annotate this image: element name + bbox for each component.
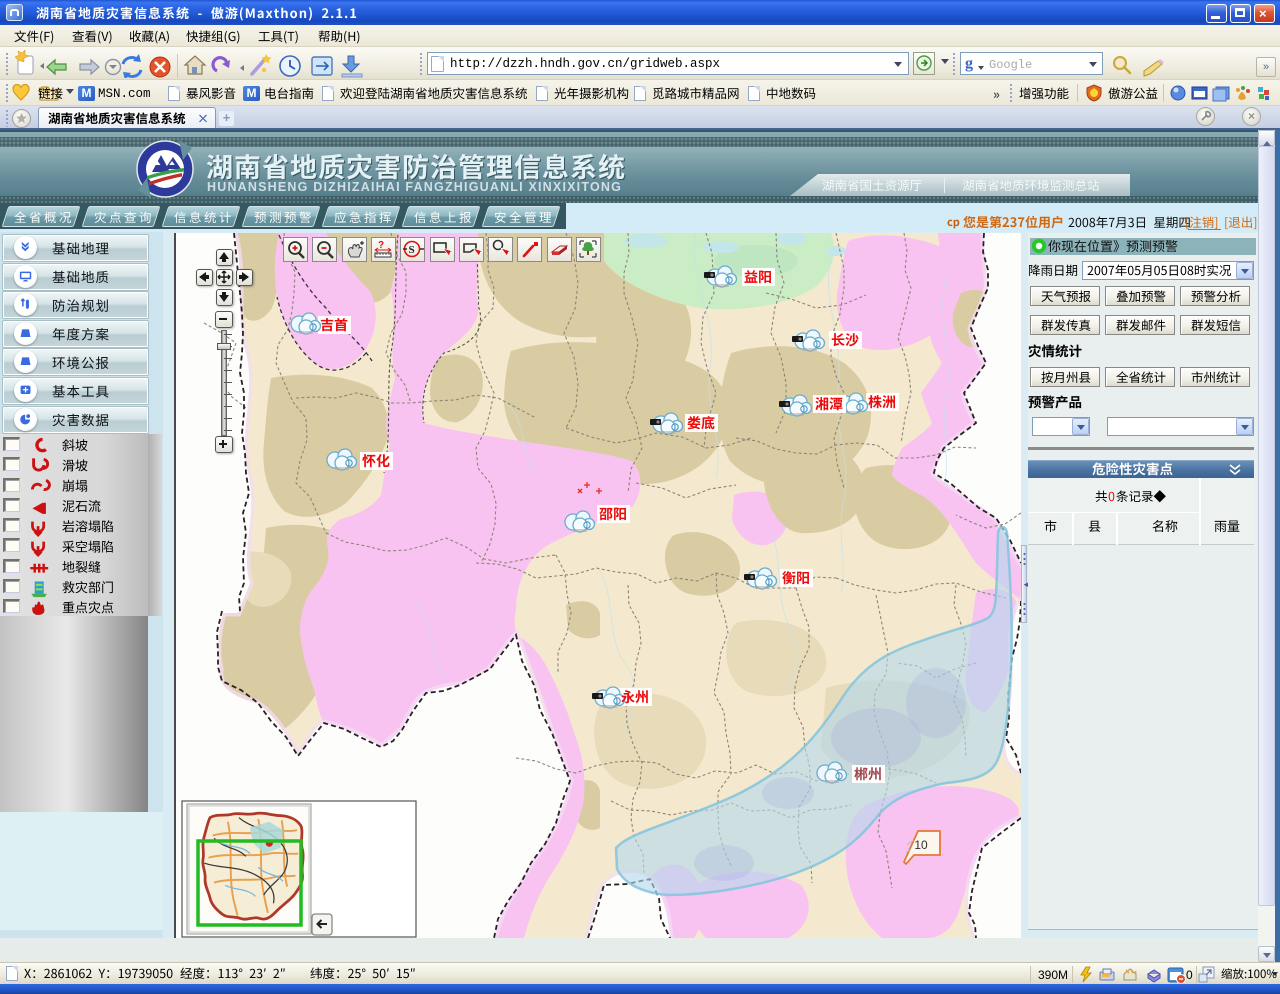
svg-text:10: 10 [914, 838, 928, 852]
svg-text:?: ? [378, 240, 384, 251]
svg-text:S: S [409, 244, 415, 256]
